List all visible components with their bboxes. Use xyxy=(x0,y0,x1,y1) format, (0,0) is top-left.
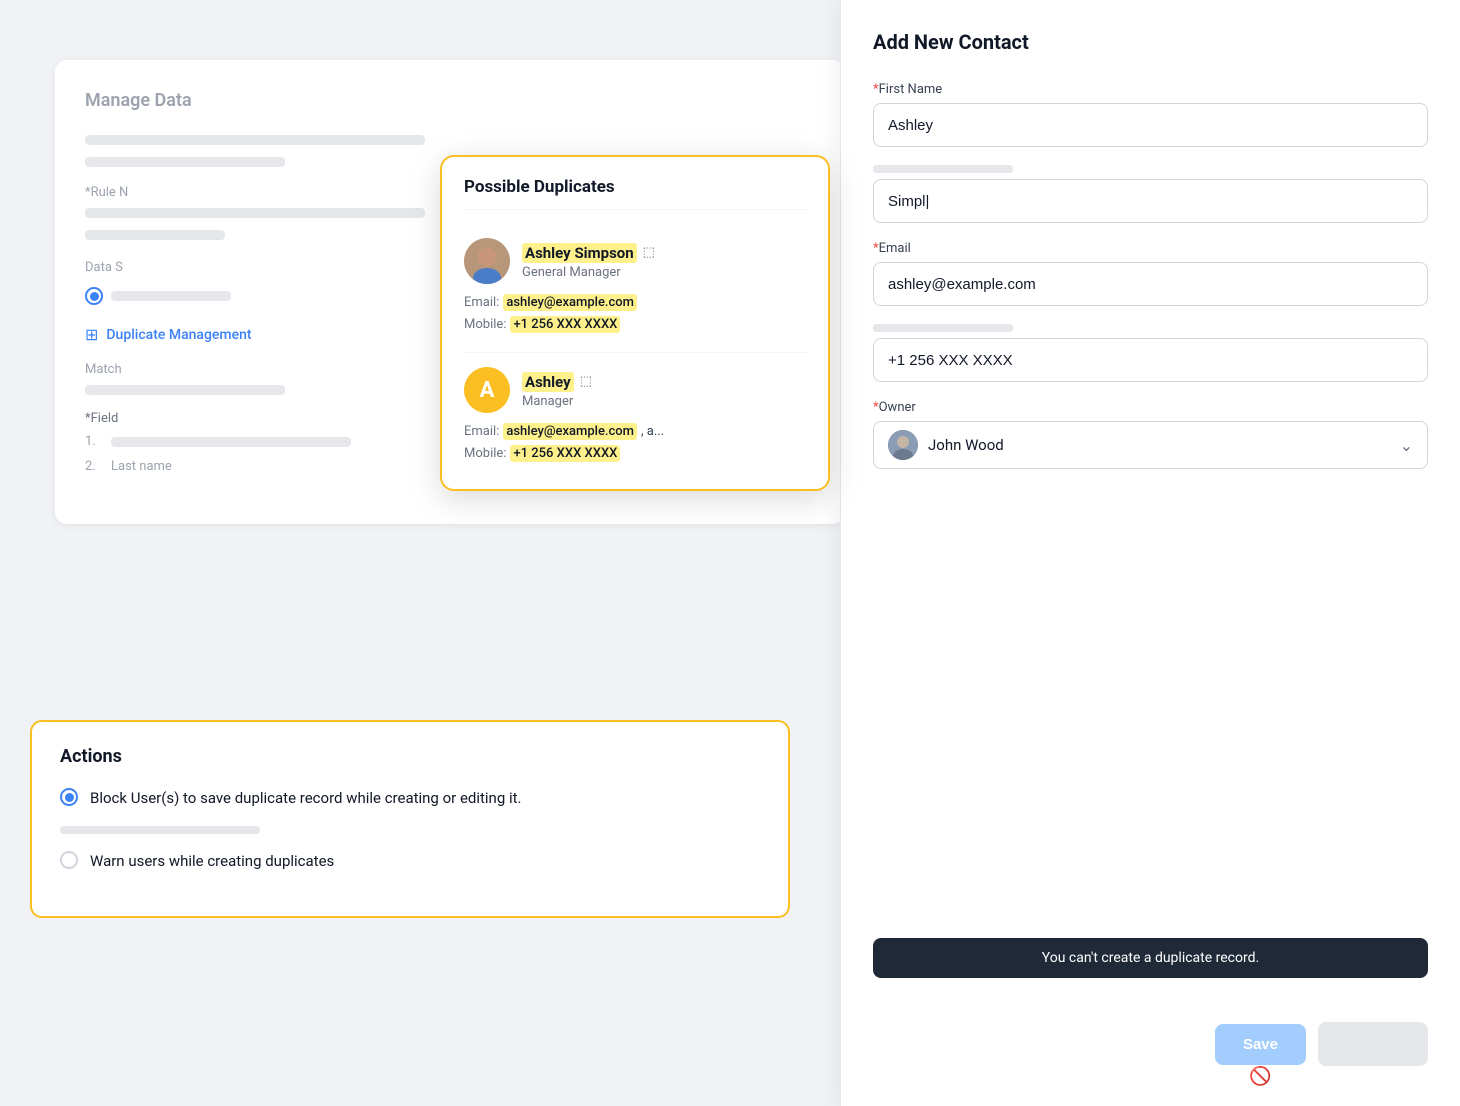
owner-avatar xyxy=(888,430,918,460)
first-name-input[interactable] xyxy=(873,103,1428,147)
tooltip-bar: You can't create a duplicate record. xyxy=(873,938,1428,978)
action-warn-option[interactable]: Warn users while creating duplicates xyxy=(60,850,760,873)
action-warn-text: Warn users while creating duplicates xyxy=(90,850,334,873)
email-input[interactable] xyxy=(873,262,1428,306)
actions-title: Actions xyxy=(60,746,760,767)
rule-input-blurred xyxy=(85,208,425,218)
avatar-ashley-simpson xyxy=(464,238,510,284)
last-name-field: Last name xyxy=(111,459,172,474)
dup-mobile-value-1: +1 256 XXX XXXX xyxy=(510,316,620,333)
duplicate-entry-ashley: A Ashley ⬚ Manager Email: ashley@example… xyxy=(464,353,806,462)
duplicate-entry-ashley-simpson: Ashley Simpson ⬚ General Manager Email: … xyxy=(464,224,806,353)
owner-label: *Owner xyxy=(873,400,1428,415)
external-link-icon-1[interactable]: ⬚ xyxy=(643,245,655,260)
dup-email-1: Email: ashley@example.com xyxy=(464,294,806,311)
dup-header-1: Ashley Simpson ⬚ General Manager xyxy=(464,238,806,284)
save-button[interactable]: Save xyxy=(1215,1024,1306,1065)
dup-role-1: General Manager xyxy=(522,265,655,280)
chevron-down-icon: ⌄ xyxy=(1400,436,1413,455)
manage-data-title: Manage Data xyxy=(85,90,815,111)
dup-name-ashley: Ashley xyxy=(522,372,574,392)
dup-mobile-1: Mobile: +1 256 XXX XXXX xyxy=(464,316,806,333)
name-block-1: Ashley Simpson ⬚ General Manager xyxy=(522,243,655,280)
dup-email-value-1: ashley@example.com xyxy=(503,294,637,311)
last-name-input[interactable] xyxy=(873,179,1428,223)
mobile-group xyxy=(873,324,1428,382)
dup-mobile-2: Mobile: +1 256 XXX XXXX xyxy=(464,445,806,462)
owner-group: *Owner John Wood ⌄ xyxy=(873,400,1428,469)
owner-select[interactable]: John Wood ⌄ xyxy=(873,421,1428,469)
dup-email-value-2: ashley@example.com xyxy=(503,423,637,440)
dup-header-2: A Ashley ⬚ Manager xyxy=(464,367,806,413)
cancel-button-blurred[interactable] xyxy=(1318,1022,1428,1066)
tooltip-text: You can't create a duplicate record. xyxy=(1042,950,1259,966)
blurred-row-3 xyxy=(85,230,225,240)
mobile-label-blurred xyxy=(873,324,1013,332)
blurred-row-1 xyxy=(85,135,425,145)
external-link-icon-2[interactable]: ⬚ xyxy=(580,374,592,389)
avatar-ashley: A xyxy=(464,367,510,413)
first-name-group: *First Name xyxy=(873,82,1428,147)
duplicate-mgmt-icon: ⊞ xyxy=(85,325,98,344)
radio-enable[interactable] xyxy=(85,287,103,305)
radio-warn[interactable] xyxy=(60,851,78,869)
owner-name: John Wood xyxy=(928,436,1004,454)
right-panel: Add New Contact *First Name *Email *Owne… xyxy=(840,0,1460,1106)
action-blurred-row xyxy=(60,826,260,834)
panel-title: Add New Contact xyxy=(873,30,1428,54)
email-label: *Email xyxy=(873,241,1428,256)
mobile-input[interactable] xyxy=(873,338,1428,382)
action-block-text: Block User(s) to save duplicate record w… xyxy=(90,787,522,810)
blurred-row-2 xyxy=(85,157,285,167)
match-blurred xyxy=(85,385,285,395)
name-block-2: Ashley ⬚ Manager xyxy=(522,372,592,409)
save-button-wrapper: Save 🚫 xyxy=(1215,1024,1306,1065)
duplicates-modal: Possible Duplicates Ashley Simpson ⬚ Gen… xyxy=(440,155,830,491)
bottom-buttons: Save 🚫 xyxy=(1215,1022,1428,1066)
dup-role-2: Manager xyxy=(522,394,592,409)
dup-name-ashley-simpson: Ashley Simpson xyxy=(522,243,637,263)
last-name-label-blurred xyxy=(873,165,1013,173)
radio-block[interactable] xyxy=(60,788,78,806)
last-name-group xyxy=(873,165,1428,223)
first-name-label: *First Name xyxy=(873,82,1428,97)
modal-title: Possible Duplicates xyxy=(464,177,806,210)
dup-email-2: Email: ashley@example.com , a... xyxy=(464,423,806,440)
email-group: *Email xyxy=(873,241,1428,306)
action-block-option[interactable]: Block User(s) to save duplicate record w… xyxy=(60,787,760,810)
owner-info: John Wood xyxy=(888,430,1004,460)
actions-card: Actions Block User(s) to save duplicate … xyxy=(30,720,790,918)
no-entry-cursor: 🚫 xyxy=(1249,1066,1271,1087)
enable-label-blurred xyxy=(111,291,231,301)
dup-mobile-value-2: +1 256 XXX XXXX xyxy=(510,445,620,462)
